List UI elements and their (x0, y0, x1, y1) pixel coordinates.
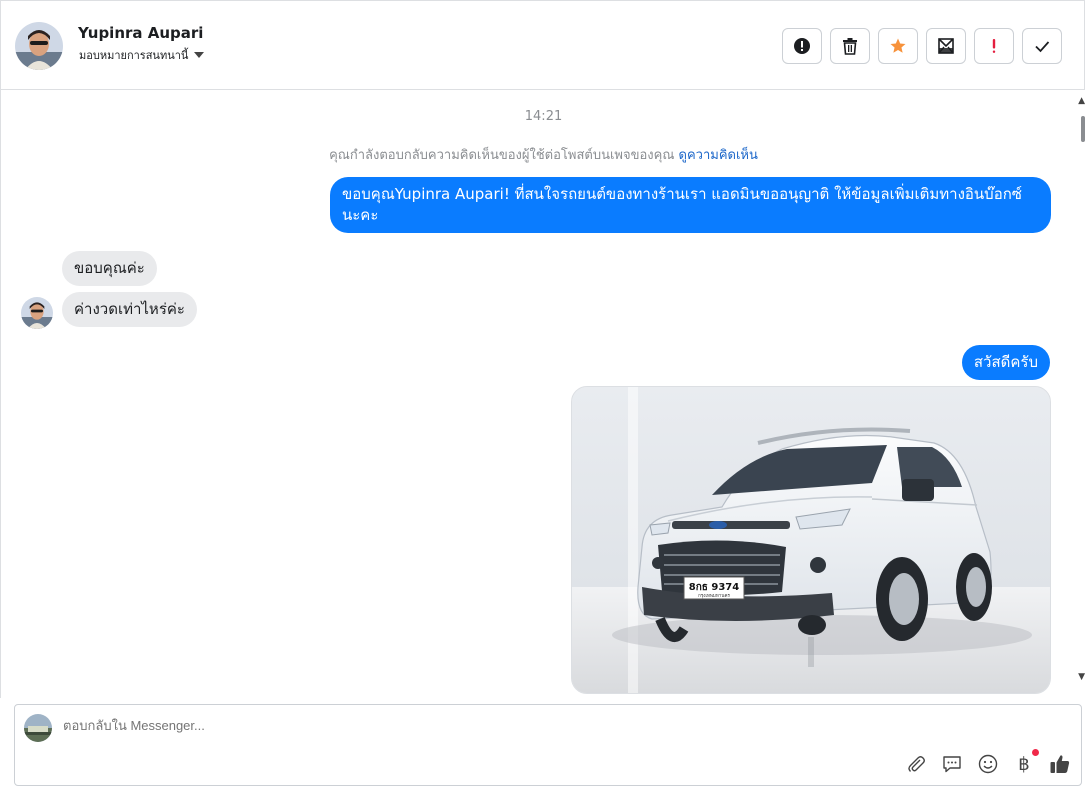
mark-done-button[interactable] (1022, 28, 1062, 64)
caret-down-icon (194, 52, 205, 58)
contact-name[interactable]: Yupinra Aupari (78, 24, 203, 42)
sender-avatar[interactable] (21, 297, 53, 329)
saved-replies-button[interactable] (941, 753, 963, 775)
page-avatar (24, 714, 52, 742)
check-icon (1035, 41, 1050, 53)
emoji-icon (978, 754, 998, 774)
message-thread[interactable]: 14:21 คุณกำลังตอบกลับความคิดเห็นของผู้ใช… (0, 90, 1080, 698)
mark-unread-button[interactable] (926, 28, 966, 64)
assign-conversation-dropdown[interactable]: มอบหมายการสนทนานี้ (79, 46, 205, 64)
trash-icon (843, 38, 857, 55)
important-icon (992, 39, 996, 53)
report-icon (794, 38, 810, 54)
incoming-message[interactable]: ค่างวดเท่าไหร่ค่ะ (62, 292, 197, 327)
delete-button[interactable] (830, 28, 870, 64)
outgoing-message[interactable]: สวัสดีครับ (961, 345, 1050, 380)
assign-label: มอบหมายการสนทนานี้ (79, 49, 189, 62)
like-button[interactable] (1049, 753, 1071, 775)
scroll-down-arrow[interactable]: ▼ (1078, 672, 1085, 682)
payment-button[interactable]: ฿ (1013, 749, 1039, 775)
notification-dot (1032, 749, 1039, 756)
star-button[interactable] (878, 28, 918, 64)
view-comment-link[interactable]: ดูความคิดเห็น (679, 148, 758, 163)
conversation-header: Yupinra Aupari มอบหมายการสนทนานี้ (0, 0, 1085, 90)
mark-important-button[interactable] (974, 28, 1014, 64)
outgoing-message[interactable]: ขอบคุณYupinra Aupari! ที่สนใจรถยนต์ของทา… (330, 177, 1051, 233)
incoming-message[interactable]: ขอบคุณค่ะ (62, 251, 157, 286)
scroll-up-arrow[interactable]: ▲ (1078, 96, 1085, 106)
reply-input[interactable] (63, 718, 883, 733)
scrollbar-thumb[interactable] (1081, 116, 1085, 142)
notice-text: คุณกำลังตอบกลับความคิดเห็นของผู้ใช้ต่อโพ… (329, 148, 679, 163)
message-composer: ฿ (14, 704, 1082, 786)
saved-reply-icon (943, 756, 961, 773)
contact-avatar[interactable] (15, 22, 63, 70)
message-timestamp: 14:21 (524, 109, 563, 124)
composer-toolbar: ฿ (905, 749, 1071, 775)
star-icon (890, 38, 906, 53)
header-actions (782, 28, 1062, 64)
mark-unread-icon (938, 38, 954, 54)
comment-reply-notice: คุณกำลังตอบกลับความคิดเห็นของผู้ใช้ต่อโพ… (1, 144, 1080, 165)
car-photo-attachment[interactable]: 8กธ 9374 กรุงเทพมหานคร (571, 386, 1051, 694)
emoji-button[interactable] (977, 753, 999, 775)
license-plate: 8กธ 9374 (689, 582, 739, 593)
attach-button[interactable] (905, 753, 927, 775)
like-icon (1050, 755, 1070, 773)
attachment-icon (908, 756, 925, 772)
license-plate-province: กรุงเทพมหานคร (698, 593, 730, 599)
report-spam-button[interactable] (782, 28, 822, 64)
baht-icon: ฿ (1018, 753, 1030, 775)
